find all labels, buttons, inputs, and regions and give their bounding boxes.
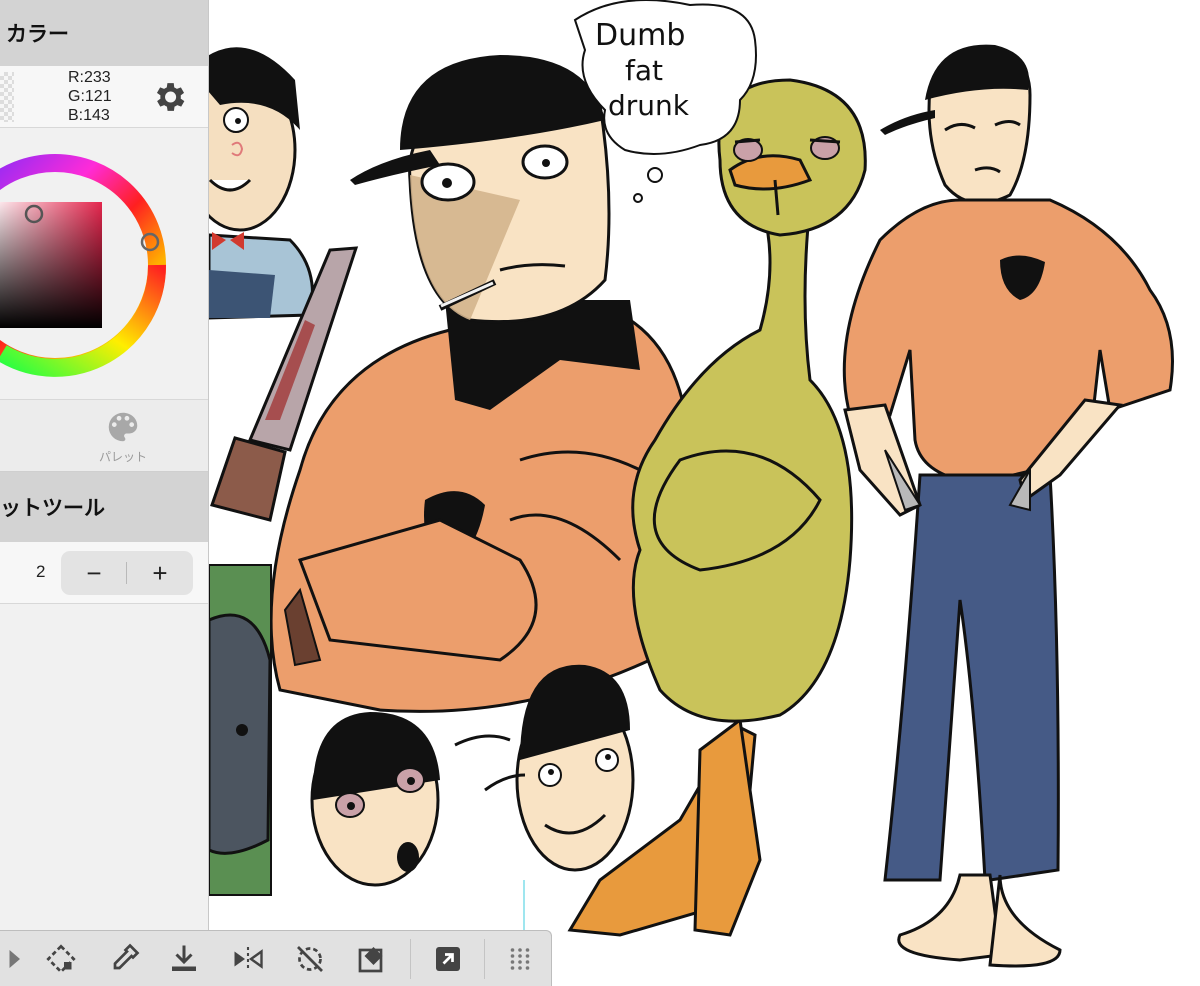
brush-size-row: 2 − +	[0, 542, 208, 604]
rotate-reset-button[interactable]	[282, 931, 338, 986]
color-swatch[interactable]	[0, 72, 14, 122]
tool-panel-title: ットツール	[0, 497, 105, 520]
rgb-readout: R:233 G:121 B:143	[0, 66, 208, 128]
play-icon	[9, 950, 20, 968]
transform-button[interactable]	[33, 931, 89, 986]
grid-icon	[510, 948, 530, 970]
grid-button[interactable]	[492, 931, 548, 986]
eraser-button[interactable]	[344, 931, 400, 986]
brush-size-stepper: − +	[61, 551, 193, 595]
transform-icon	[46, 944, 76, 974]
color-panel-title: カラー	[6, 23, 69, 46]
eyedropper-button[interactable]	[96, 931, 152, 986]
tool-panel-header[interactable]: ットツール	[0, 472, 208, 542]
color-wheel[interactable]	[0, 138, 168, 392]
eyedropper-icon	[113, 943, 140, 970]
center-character	[269, 55, 692, 713]
rotate-reset-icon	[297, 946, 323, 972]
brush-size-value: 2	[36, 562, 46, 581]
rgb-g-value: G:121	[68, 88, 112, 105]
bubble-line-1: Dumb	[595, 18, 685, 53]
download-icon	[172, 945, 196, 971]
color-panel-header[interactable]: カラー	[0, 0, 208, 66]
flip-horizontal-icon	[234, 947, 263, 971]
toolbar-separator	[484, 939, 485, 979]
palette-tab-label: パレット	[98, 450, 147, 464]
flip-horizontal-button[interactable]	[220, 931, 276, 986]
bottom-toolbar	[0, 930, 552, 986]
bubble-line-3: drunk	[608, 89, 690, 122]
canvas-border	[523, 880, 525, 930]
bubble-line-2: fat	[625, 54, 663, 87]
palette-tab-bar: パレット	[0, 400, 208, 472]
export-icon	[436, 947, 460, 971]
export-button[interactable]	[420, 931, 476, 986]
left-panel: カラー R:233 G:121 B:143 パレット ットツール 2 − +	[0, 0, 209, 930]
rgb-b-value: B:143	[68, 107, 110, 124]
download-button[interactable]	[156, 931, 212, 986]
palette-tab[interactable]: パレット	[88, 408, 158, 468]
eraser-icon	[358, 947, 383, 973]
gear-icon[interactable]	[150, 78, 188, 116]
decrease-size-button[interactable]: −	[61, 551, 127, 595]
color-wheel-area	[0, 128, 208, 400]
palette-icon	[108, 412, 138, 442]
increase-size-button[interactable]: +	[127, 551, 193, 595]
rgb-r-value: R:233	[68, 69, 111, 86]
toolbar-separator	[410, 939, 411, 979]
right-character	[842, 44, 1174, 968]
left-bottom-creature	[207, 564, 272, 896]
